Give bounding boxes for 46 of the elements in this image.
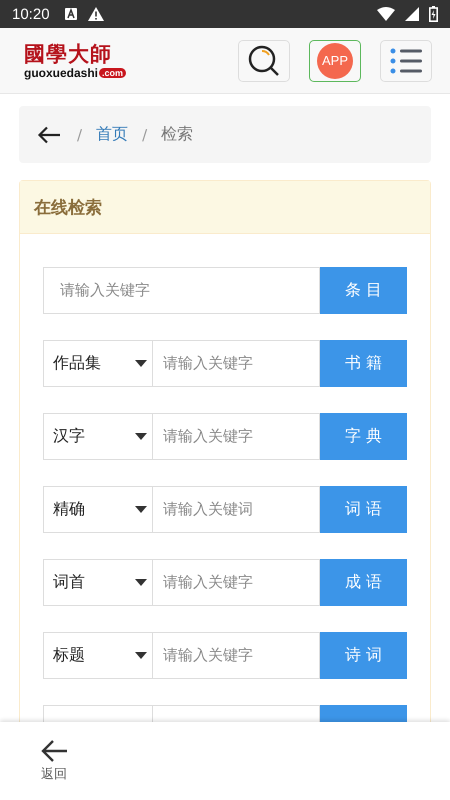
back-arrow-icon[interactable] <box>37 126 61 144</box>
back-button[interactable]: 返回 <box>40 739 68 783</box>
panel-title: 在线检索 <box>34 196 102 218</box>
breadcrumb-separator: / <box>142 126 148 144</box>
dropdown-caret-icon <box>135 433 147 440</box>
breadcrumb-current: 检索 <box>161 124 194 145</box>
search-submit-button[interactable]: 诗 词 <box>320 632 407 679</box>
menu-icon <box>390 48 422 74</box>
search-icon <box>247 44 281 78</box>
dropdown-caret-icon <box>135 579 147 586</box>
category-dropdown[interactable]: 汉字 <box>43 413 152 460</box>
menu-button[interactable] <box>380 40 432 82</box>
keyword-input[interactable]: 请输入关键字 <box>152 559 320 606</box>
logo-title: 國學大師 <box>24 42 112 66</box>
breadcrumb-link[interactable]: 首页 <box>96 124 128 145</box>
status-time: 10:20 <box>12 6 50 22</box>
category-dropdown[interactable]: 作品集 <box>43 340 152 387</box>
keyword-input[interactable]: 请输入关键字 <box>152 413 320 460</box>
signal-icon <box>405 7 419 21</box>
app-download-button[interactable]: APP <box>309 40 361 82</box>
category-dropdown[interactable]: 词首 <box>43 559 152 606</box>
dropdown-caret-icon <box>135 506 147 513</box>
warning-icon <box>88 7 104 21</box>
app-badge: APP <box>317 42 353 78</box>
dropdown-caret-icon <box>135 360 147 367</box>
battery-icon <box>429 6 438 22</box>
search-submit-button[interactable]: 书 籍 <box>320 340 407 387</box>
site-logo[interactable]: 國學大師 guoxuedashi .com <box>24 42 126 80</box>
search-submit-button[interactable]: 条 目 <box>320 267 407 314</box>
category-dropdown[interactable]: 精确 <box>43 486 152 533</box>
logo-domain-suffix: .com <box>99 68 126 78</box>
dropdown-caret-icon <box>135 652 147 659</box>
keyboard-icon <box>64 7 78 21</box>
keyword-input[interactable]: 请输入关键字 <box>152 340 320 387</box>
keyword-input[interactable]: 请输入关键词 <box>152 486 320 533</box>
back-arrow-icon <box>40 739 68 763</box>
search-button[interactable] <box>238 40 290 82</box>
keyword-input[interactable]: 请输入关键字 <box>43 267 320 314</box>
search-submit-button[interactable]: 字 典 <box>320 413 407 460</box>
wifi-icon <box>377 7 395 21</box>
breadcrumb-separator: / <box>77 126 82 144</box>
search-submit-button[interactable]: 词 语 <box>320 486 407 533</box>
keyword-input[interactable]: 请输入关键字 <box>152 632 320 679</box>
logo-domain: guoxuedashi <box>24 66 98 80</box>
search-submit-button[interactable]: 成 语 <box>320 559 407 606</box>
category-dropdown[interactable]: 标题 <box>43 632 152 679</box>
